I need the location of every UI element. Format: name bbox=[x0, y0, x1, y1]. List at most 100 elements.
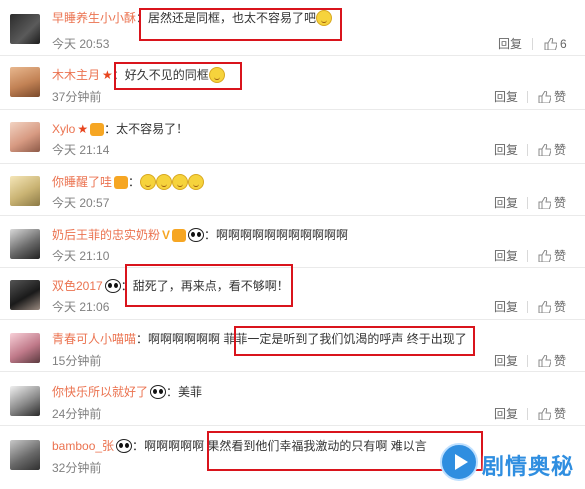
avatar[interactable] bbox=[10, 280, 40, 310]
avatar[interactable] bbox=[10, 122, 40, 152]
comment-time: 37分钟前 bbox=[52, 90, 102, 104]
fan-badge-icon bbox=[90, 123, 105, 136]
verified-badge-icon: V bbox=[162, 228, 171, 242]
colon: ： bbox=[120, 279, 133, 293]
reply-button[interactable]: 回复 bbox=[494, 143, 518, 157]
avatar[interactable] bbox=[10, 440, 40, 470]
like-count: 赞 bbox=[554, 90, 567, 104]
comment-text: 太不容易了！ bbox=[116, 122, 189, 136]
divider bbox=[527, 355, 528, 367]
comment-text: 啊啊啊啊啊啊 菲菲一定是听到了我们饥渴的呼声 终于出现了 bbox=[148, 332, 467, 346]
comment-line: 木木主月 ★：好久不见的同框 bbox=[52, 67, 225, 83]
like-button[interactable]: 6 bbox=[544, 37, 567, 51]
like-count: 赞 bbox=[554, 196, 567, 210]
username[interactable]: 早睡养生小小酥 bbox=[52, 11, 136, 25]
divider bbox=[527, 91, 528, 103]
thumb-up-icon bbox=[538, 91, 551, 103]
panda-icon bbox=[188, 228, 205, 242]
colon: ： bbox=[128, 175, 141, 189]
like-button[interactable]: 赞 bbox=[538, 300, 566, 314]
divider bbox=[527, 301, 528, 313]
panda-icon bbox=[116, 439, 133, 453]
star-badge-icon: ★ bbox=[102, 68, 113, 82]
comment-text: 啊啊啊啊啊啊啊啊啊啊啊 bbox=[216, 228, 349, 242]
smile-emoji-icon bbox=[208, 67, 225, 83]
reply-button[interactable]: 回复 bbox=[494, 354, 518, 368]
username[interactable]: Xylo bbox=[52, 122, 75, 136]
comment-text: 甜死了，再来点，看不够啊！ bbox=[132, 279, 289, 293]
comment-line: 青春可人小喵喵：啊啊啊啊啊啊 菲菲一定是听到了我们饥渴的呼声 终于出现了 bbox=[52, 331, 467, 347]
username[interactable]: bamboo_张 bbox=[52, 439, 114, 453]
colon: ： bbox=[136, 11, 149, 25]
comment-time: 24分钟前 bbox=[52, 407, 102, 421]
colon: ： bbox=[204, 228, 217, 242]
colon: ： bbox=[136, 332, 149, 346]
avatar[interactable] bbox=[10, 67, 40, 97]
surprised-emoji-icon bbox=[316, 10, 333, 26]
thumb-up-icon bbox=[538, 408, 551, 420]
divider bbox=[527, 144, 528, 156]
colon: ： bbox=[112, 68, 125, 82]
comment-line: 你睡醒了哇 ： bbox=[52, 174, 205, 190]
reply-button[interactable]: 回复 bbox=[498, 37, 522, 51]
four-emojis-icon bbox=[140, 174, 205, 190]
like-button[interactable]: 赞 bbox=[538, 143, 566, 157]
like-count: 赞 bbox=[554, 143, 567, 157]
avatar[interactable] bbox=[10, 386, 40, 416]
divider bbox=[527, 197, 528, 209]
avatar[interactable] bbox=[10, 176, 40, 206]
comment-row: 你睡醒了哇 ： 今天 20:57 回复 赞 bbox=[0, 164, 585, 216]
thumb-up-icon bbox=[538, 355, 551, 367]
comment-row: 早睡养生小小酥：居然还是同框，也太不容易了吧 今天 20:53 回复 6 bbox=[0, 0, 585, 56]
divider bbox=[527, 408, 528, 420]
username[interactable]: 青春可人小喵喵 bbox=[52, 332, 136, 346]
username[interactable]: 你睡醒了哇 bbox=[52, 175, 112, 189]
thumb-up-icon bbox=[538, 250, 551, 262]
like-button[interactable]: 赞 bbox=[538, 90, 566, 104]
comment-text: 好久不见的同框 bbox=[124, 68, 209, 82]
username[interactable]: 木木主月 bbox=[52, 68, 100, 82]
comment-line: Xylo ★ ：太不容易了！ bbox=[52, 121, 188, 137]
comment-time: 今天 21:06 bbox=[52, 300, 110, 314]
like-button[interactable]: 赞 bbox=[538, 407, 566, 421]
avatar[interactable] bbox=[10, 14, 40, 44]
comment-row: Xylo ★ ：太不容易了！ 今天 21:14 回复 赞 bbox=[0, 110, 585, 164]
comment-time: 今天 21:10 bbox=[52, 249, 110, 263]
avatar[interactable] bbox=[10, 333, 40, 363]
comment-list: 早睡养生小小酥：居然还是同框，也太不容易了吧 今天 20:53 回复 6 木木主… bbox=[0, 0, 585, 489]
colon: ： bbox=[104, 122, 117, 136]
reply-button[interactable]: 回复 bbox=[494, 407, 518, 421]
like-button[interactable]: 赞 bbox=[538, 196, 566, 210]
like-button[interactable]: 赞 bbox=[538, 249, 566, 263]
thumb-up-icon bbox=[544, 38, 557, 50]
comment-time: 32分钟前 bbox=[52, 461, 102, 475]
thumb-up-icon bbox=[538, 197, 551, 209]
comment-text: 啊啊啊啊啊 果然看到他们幸福我激动的只有啊 难以言 bbox=[144, 439, 427, 453]
colon: ： bbox=[166, 385, 179, 399]
thumb-up-icon bbox=[538, 301, 551, 313]
comment-line: 双色2017 ：甜死了，再来点，看不够啊！ bbox=[52, 278, 289, 294]
username[interactable]: 奶后王菲的忠实奶粉 bbox=[52, 228, 160, 242]
like-count: 赞 bbox=[554, 354, 567, 368]
fan-badge-icon bbox=[172, 229, 187, 242]
username[interactable]: 双色2017 bbox=[52, 279, 103, 293]
comment-line: 你快乐所以就好了 ：美菲 bbox=[52, 384, 202, 400]
reply-button[interactable]: 回复 bbox=[494, 196, 518, 210]
panda-icon bbox=[104, 279, 121, 293]
comment-row: 木木主月 ★：好久不见的同框 37分钟前 回复 赞 bbox=[0, 56, 585, 110]
reply-button[interactable]: 回复 bbox=[494, 249, 518, 263]
avatar[interactable] bbox=[10, 229, 40, 259]
reply-button[interactable]: 回复 bbox=[494, 300, 518, 314]
thumb-up-icon bbox=[538, 144, 551, 156]
comment-line: 奶后王菲的忠实奶粉 V ：啊啊啊啊啊啊啊啊啊啊啊 bbox=[52, 227, 348, 243]
reply-button[interactable]: 回复 bbox=[494, 90, 518, 104]
like-count: 赞 bbox=[554, 249, 567, 263]
like-button[interactable]: 赞 bbox=[538, 354, 566, 368]
username[interactable]: 你快乐所以就好了 bbox=[52, 385, 148, 399]
like-count: 赞 bbox=[554, 300, 567, 314]
comment-time: 今天 20:57 bbox=[52, 196, 110, 210]
comment-time: 今天 21:14 bbox=[52, 143, 110, 157]
play-icon bbox=[440, 443, 478, 481]
comment-text: 美菲 bbox=[178, 385, 203, 399]
comment-row: 奶后王菲的忠实奶粉 V ：啊啊啊啊啊啊啊啊啊啊啊 今天 21:10 回复 赞 bbox=[0, 216, 585, 268]
